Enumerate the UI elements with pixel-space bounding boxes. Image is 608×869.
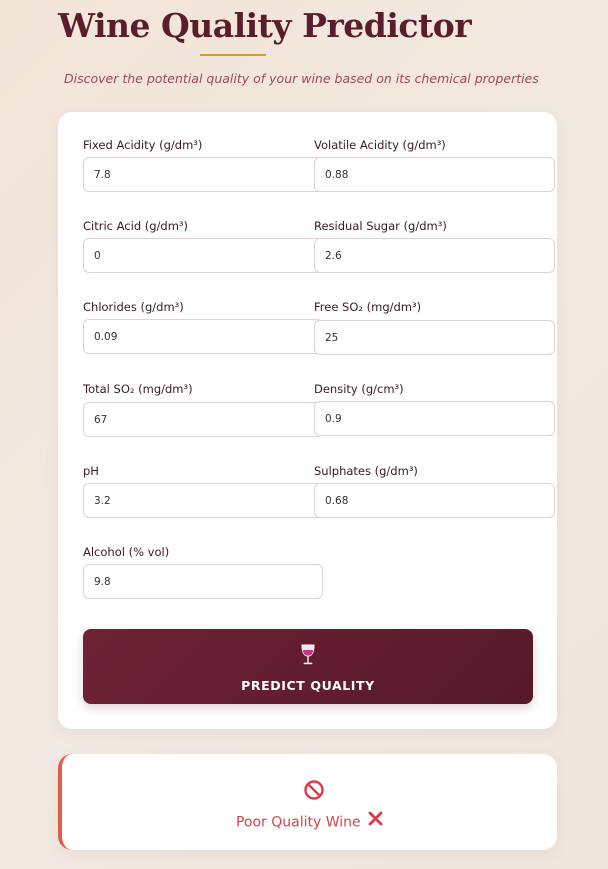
title-underline — [200, 54, 266, 56]
alcohol-label: Alcohol (% vol) — [83, 545, 170, 559]
cross-mark-icon — [368, 811, 383, 830]
citric-acid-label: Citric Acid (g/dm³) — [83, 219, 189, 233]
predict-button-label: PREDICT QUALITY — [241, 678, 375, 693]
density-input[interactable] — [314, 401, 555, 436]
citric-acid-input[interactable] — [83, 238, 323, 273]
ph-label: pH — [83, 464, 99, 478]
free-so2-label: Free SO₂ (mg/dm³) — [314, 300, 422, 314]
free-so2-input[interactable] — [314, 320, 555, 355]
wine-glass-icon — [298, 643, 318, 670]
chlorides-input[interactable] — [83, 319, 323, 354]
total-so2-input[interactable] — [83, 402, 323, 437]
total-so2-label: Total SO₂ (mg/dm³) — [83, 382, 193, 396]
ph-input[interactable] — [83, 483, 323, 518]
result-message: Poor Quality Wine — [62, 811, 557, 832]
density-label: Density (g/cm³) — [314, 382, 404, 396]
alcohol-input[interactable] — [83, 564, 323, 599]
prediction-result-card: Poor Quality Wine — [58, 754, 557, 850]
residual-sugar-input[interactable] — [314, 238, 555, 273]
result-text: Poor Quality Wine — [235, 814, 361, 831]
page-subtitle: Discover the potential quality of your w… — [64, 71, 539, 86]
sulphates-input[interactable] — [314, 483, 555, 518]
prediction-form-card: Fixed Acidity (g/dm³) Volatile Acidity (… — [58, 112, 557, 729]
residual-sugar-label: Residual Sugar (g/dm³) — [314, 219, 447, 233]
chlorides-label: Chlorides (g/dm³) — [83, 300, 184, 314]
fixed-acidity-input[interactable] — [83, 157, 323, 192]
predict-quality-button[interactable]: PREDICT QUALITY — [83, 629, 533, 704]
sulphates-label: Sulphates (g/dm³) — [314, 464, 418, 478]
volatile-acidity-input[interactable] — [314, 157, 555, 192]
fixed-acidity-label: Fixed Acidity (g/dm³) — [83, 138, 203, 152]
volatile-acidity-label: Volatile Acidity (g/dm³) — [314, 138, 446, 152]
prohibited-icon — [303, 779, 325, 805]
page-title: Wine Quality Predictor — [58, 6, 472, 45]
